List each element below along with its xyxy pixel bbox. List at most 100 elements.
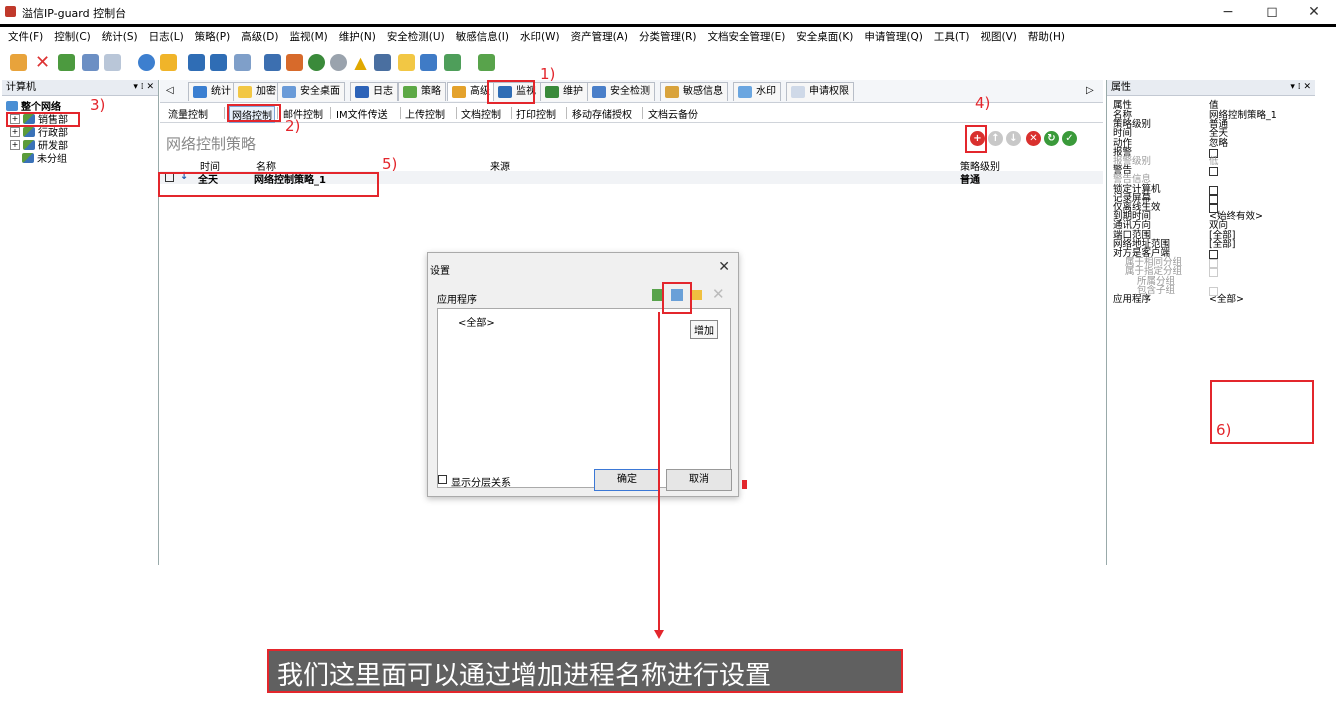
import-icon[interactable]: [58, 54, 75, 71]
expand-icon[interactable]: +: [10, 126, 20, 137]
new-icon[interactable]: [10, 54, 27, 71]
preview-icon[interactable]: [104, 54, 121, 71]
print-icon[interactable]: [82, 54, 99, 71]
panel-controls[interactable]: ▾ ⁞ ✕: [1290, 80, 1311, 95]
usb-icon[interactable]: [444, 54, 461, 71]
disk-icon[interactable]: [330, 54, 347, 71]
tab-scroll-right-icon[interactable]: ▷: [1086, 85, 1094, 96]
property-panel: 属性 ▾ ⁞ ✕ 属性 值 名称 网络控制策略_1 策略级别 普通 时间 全天 动作 忽略 报警…: [1106, 80, 1315, 565]
earth-icon[interactable]: [308, 54, 325, 71]
menu-item-15[interactable]: 申请管理(Q): [864, 29, 922, 44]
apply-icon[interactable]: ✓: [1062, 131, 1077, 146]
menu-item-18[interactable]: 帮助(H): [1028, 29, 1065, 44]
subtab-cloud-backup[interactable]: 文档云备份: [648, 106, 698, 121]
folder-icon[interactable]: [160, 54, 177, 71]
title-divider: [0, 24, 1336, 27]
tab-scroll-left-icon[interactable]: ◁: [166, 85, 174, 96]
menu-item-5[interactable]: 高级(D): [241, 29, 278, 44]
title-bar: 溢信IP-guard 控制台 − ◻ ✕: [0, 0, 1336, 24]
tab-security-check[interactable]: 安全检测: [587, 82, 655, 101]
tab-stats[interactable]: 统计: [188, 82, 236, 101]
tab-sensitive-info[interactable]: 敏感信息: [660, 82, 728, 101]
menu-item-0[interactable]: 文件(F): [8, 29, 43, 44]
show-hierarchy-checkbox[interactable]: [438, 475, 447, 484]
tab-maintain[interactable]: 维护: [540, 82, 588, 101]
tree-item-label: 未分组: [37, 154, 67, 165]
delete-icon[interactable]: ✕: [34, 54, 51, 72]
annotation-6: 6): [1216, 421, 1232, 439]
menu-item-12[interactable]: 分类管理(R): [639, 29, 697, 44]
panel-controls[interactable]: ▾ ⁞ ✕: [133, 80, 154, 95]
tab-log[interactable]: 日志: [350, 82, 398, 101]
computer-panel-header: 计算机 ▾ ⁞ ✕: [2, 80, 158, 96]
subtab-upload[interactable]: 上传控制: [405, 106, 445, 121]
close-button[interactable]: ✕: [1294, 2, 1334, 22]
delete-icon[interactable]: ✕: [712, 285, 725, 303]
annotation-4: 4): [975, 94, 991, 112]
tree-item-ungrouped[interactable]: 未分组: [22, 150, 67, 165]
tab-policy[interactable]: 策略: [398, 82, 446, 101]
tab-bar: ◁ 统计 加密 安全桌面 日志 策略 高级 监视 维护 安全检测 敏感信息 水印…: [160, 80, 1103, 103]
menu-item-4[interactable]: 策略(P): [195, 29, 231, 44]
menu-item-9[interactable]: 敏感信息(I): [456, 29, 509, 44]
dialog-close-button[interactable]: ✕: [718, 259, 730, 275]
group-icon: [23, 126, 35, 137]
annotation-5: 5): [382, 155, 398, 173]
menu-item-3[interactable]: 日志(L): [149, 29, 184, 44]
globe-icon[interactable]: [138, 54, 155, 71]
delete-policy-icon[interactable]: ✕: [1026, 131, 1041, 146]
group-icon: [22, 152, 34, 163]
screen-icon[interactable]: [210, 54, 227, 71]
group-icon: [23, 139, 35, 150]
tab-watermark[interactable]: 水印: [733, 82, 781, 101]
tab-apply-permission[interactable]: 申请权限: [786, 82, 854, 101]
tab-secure-desktop[interactable]: 安全桌面: [277, 82, 345, 101]
subtab-print[interactable]: 打印控制: [516, 106, 556, 121]
window-title: 溢信IP-guard 控制台: [22, 7, 127, 20]
menu-item-7[interactable]: 维护(N): [339, 29, 376, 44]
lock-icon[interactable]: [398, 54, 415, 71]
tab-encrypt[interactable]: 加密: [233, 82, 281, 101]
menu-item-8[interactable]: 安全检测(U): [387, 29, 445, 44]
network-icon[interactable]: [264, 54, 281, 71]
minimize-button[interactable]: −: [1208, 2, 1248, 22]
menu-item-17[interactable]: 视图(V): [980, 29, 1016, 44]
ok-button[interactable]: 确定: [594, 469, 660, 491]
edit-icon[interactable]: [420, 54, 437, 71]
maximize-button[interactable]: ◻: [1252, 2, 1292, 22]
expand-icon[interactable]: +: [10, 139, 20, 150]
image-icon[interactable]: [374, 54, 391, 71]
chart-icon[interactable]: [286, 54, 303, 71]
property-value[interactable]: <全部>: [1209, 295, 1244, 305]
dialog-title: 设置: [430, 266, 450, 277]
refresh-icon[interactable]: ↻: [1044, 131, 1059, 146]
move-up-icon[interactable]: ↑: [988, 131, 1003, 146]
list-item[interactable]: <全部>: [458, 314, 495, 329]
subtab-im-file[interactable]: IM文件传送: [336, 106, 388, 121]
menu-item-1[interactable]: 控制(C): [54, 29, 91, 44]
property-row[interactable]: 应用程序 <全部>: [1113, 295, 1309, 305]
menu-item-10[interactable]: 水印(W): [520, 29, 560, 44]
marker: [742, 480, 747, 489]
move-down-icon[interactable]: ↓: [1006, 131, 1021, 146]
annotation-1: 1): [540, 65, 556, 83]
subtab-removable-storage[interactable]: 移动存储授权: [572, 106, 632, 121]
menu-item-11[interactable]: 资产管理(A): [571, 29, 628, 44]
subtab-document[interactable]: 文档控制: [461, 106, 501, 121]
annotation-2: 2): [285, 117, 301, 135]
menu-item-16[interactable]: 工具(T): [934, 29, 970, 44]
menu-item-14[interactable]: 安全桌面(K): [796, 29, 853, 44]
export-icon[interactable]: [478, 54, 495, 71]
subtab-traffic[interactable]: 流量控制: [168, 106, 208, 121]
application-list[interactable]: <全部> 增加: [437, 308, 731, 488]
warning-icon[interactable]: ▲: [352, 54, 369, 71]
cancel-button[interactable]: 取消: [666, 469, 732, 491]
window-icon[interactable]: [234, 54, 251, 71]
monitor-icon[interactable]: [188, 54, 205, 71]
menu-item-6[interactable]: 监视(M): [289, 29, 327, 44]
network-icon: [6, 100, 18, 111]
menu-item-13[interactable]: 文档安全管理(E): [707, 29, 785, 44]
property-key: 应用程序: [1113, 294, 1152, 305]
computer-panel: 计算机 ▾ ⁞ ✕ 整个网络 + 销售部 + 行政部 + 研发部 未分组: [2, 80, 159, 565]
menu-item-2[interactable]: 统计(S): [102, 29, 138, 44]
